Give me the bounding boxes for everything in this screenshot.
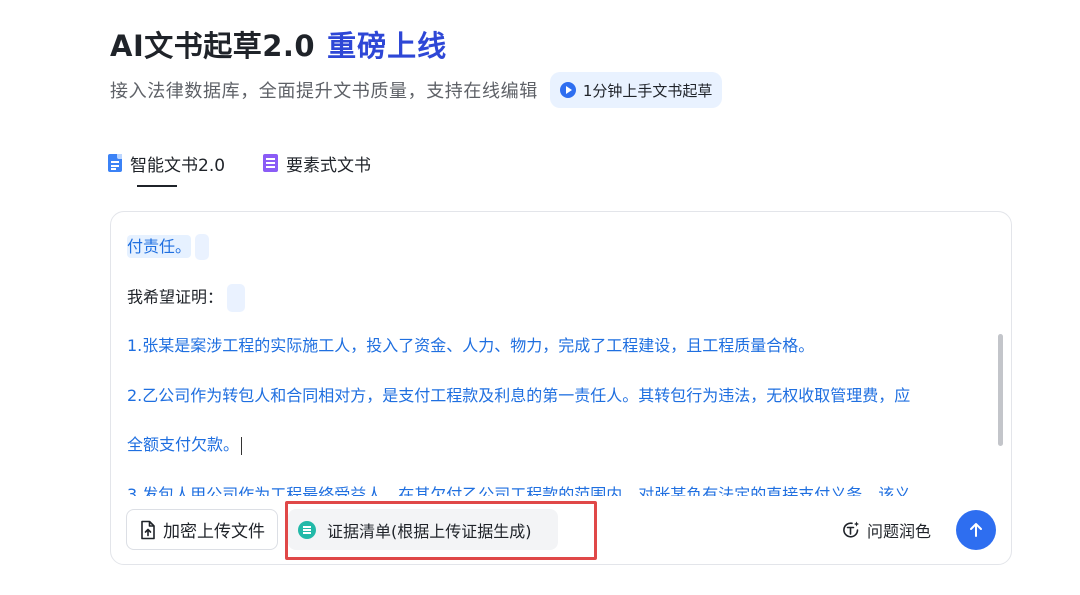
page-subtitle: 接入法律数据库，全面提升文书质量，支持在线编辑: [110, 81, 538, 102]
highlighted-text: 付责任。: [127, 234, 192, 258]
editor-line: 付责任。: [127, 234, 210, 260]
evidence-list-icon: [298, 520, 316, 539]
arrow-up-icon: [970, 523, 982, 537]
tab-element-document[interactable]: 要素式文书: [263, 148, 371, 178]
evidence-list-button[interactable]: 证据清单(根据上传证据生成): [288, 509, 558, 550]
editor-line: 2.乙公司作为转包人和合同相对方，是支付工程款及利息的第一责任人。其转包行为违法…: [127, 386, 911, 405]
editor-line: 我希望证明：: [127, 284, 246, 312]
page-title: AI文书起草2.0: [110, 29, 316, 63]
play-icon: [559, 82, 576, 98]
editor-line-text: 全额支付欠款。: [127, 435, 240, 454]
tab-label: 智能文书2.0: [130, 155, 226, 176]
quick-start-guide-button[interactable]: 1分钟上手文书起草: [549, 72, 723, 108]
page-title-accent: 重磅上线: [327, 29, 448, 63]
encrypted-upload-button[interactable]: 加密上传文件: [126, 509, 278, 550]
text-cursor: [241, 436, 243, 455]
list-document-icon: [263, 154, 279, 172]
highlight-marker: [227, 284, 246, 312]
editor-line: 3.发包人甲公司作为工程最终受益人，在其欠付乙公司工程款的范围内，对张某负有法定…: [127, 485, 911, 496]
upload-file-icon: [141, 520, 155, 539]
quick-start-guide-label: 1分钟上手文书起草: [582, 81, 713, 100]
document-icon: [108, 154, 122, 172]
document-type-tabs: 智能文书2.0 要素式文书: [108, 148, 371, 187]
editor-scrollbar[interactable]: [998, 334, 1003, 446]
page-header: AI文书起草2.0 重磅上线: [110, 22, 447, 66]
subtitle-row: 接入法律数据库，全面提升文书质量，支持在线编辑 1分钟上手文书起草: [110, 72, 723, 108]
upload-button-label: 加密上传文件: [163, 522, 265, 542]
send-button[interactable]: [956, 510, 996, 550]
editor-content[interactable]: 付责任。 我希望证明： 1.张某是案涉工程的实际施工人，投入了资金、人力、物力，…: [127, 212, 987, 496]
text-polish-icon: [843, 521, 859, 538]
tab-smart-document[interactable]: 智能文书2.0: [108, 148, 226, 187]
tab-label: 要素式文书: [286, 155, 372, 176]
question-polish-button[interactable]: 问题润色: [841, 515, 931, 545]
editor-line: 全额支付欠款。: [127, 433, 243, 457]
document-editor: 付责任。 我希望证明： 1.张某是案涉工程的实际施工人，投入了资金、人力、物力，…: [110, 211, 1012, 565]
question-polish-label: 问题润色: [867, 522, 932, 541]
editor-line-text: 我希望证明：: [127, 287, 224, 307]
editor-line: 1.张某是案涉工程的实际施工人，投入了资金、人力、物力，完成了工程建设，且工程质…: [127, 336, 815, 355]
highlight-marker: [195, 234, 210, 260]
evidence-list-label: 证据清单(根据上传证据生成): [327, 521, 532, 541]
